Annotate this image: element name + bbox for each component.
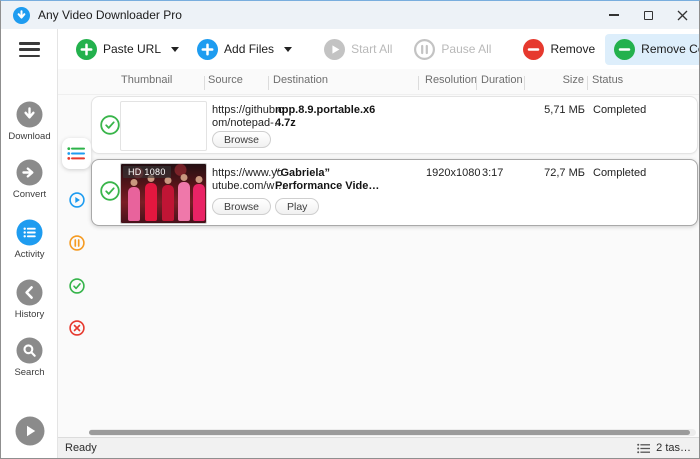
pause-all-label: Pause All <box>441 42 492 56</box>
completed-check-icon <box>100 181 120 201</box>
maximize-button[interactable] <box>631 1 665 29</box>
toolbar: Paste URL Add Files Start All Pause All … <box>59 29 699 69</box>
plus-icon <box>197 38 219 60</box>
table-row[interactable]: https://github.c om/notepad-… npp.8.9.po… <box>91 96 698 154</box>
thumbnail-placeholder <box>120 101 207 151</box>
column-header-thumbnail[interactable]: Thumbnail <box>121 74 172 86</box>
filter-paused-icon[interactable] <box>69 235 85 251</box>
task-list-icon <box>637 443 651 453</box>
filter-downloading-icon[interactable] <box>69 192 85 208</box>
file-size: 72,7 МБ <box>544 167 585 179</box>
paste-url-button[interactable]: Paste URL <box>72 34 183 65</box>
browse-button[interactable]: Browse <box>212 198 272 215</box>
player-icon <box>15 416 44 446</box>
column-header-resolution[interactable]: Resolution <box>425 74 477 86</box>
search-icon <box>16 337 43 364</box>
column-header-size[interactable]: Size <box>524 74 584 86</box>
remove-completed-label: Remove Completed <box>641 42 699 56</box>
play-icon <box>324 38 346 60</box>
sidebar-item-label: History <box>14 309 45 320</box>
task-list-panel: Thumbnail Source Destination Resolution … <box>58 69 699 437</box>
activity-icon <box>16 219 43 246</box>
plus-icon <box>76 38 97 60</box>
destination-filename: “Gabriela” Performance Vide… <box>275 167 380 192</box>
column-header-duration[interactable]: Duration <box>481 74 523 86</box>
destination-filename: npp.8.9.portable.x6 4.7z <box>275 104 376 129</box>
sidebar-item-label: Convert <box>12 189 47 200</box>
sidebar-item-convert[interactable]: Convert <box>1 159 58 200</box>
app-window: Any Video Downloader Pro Download Conver… <box>0 0 700 459</box>
column-separator <box>476 76 477 90</box>
status-text: Completed <box>593 167 647 179</box>
browse-button[interactable]: Browse <box>212 131 272 148</box>
start-all-button: Start All <box>320 34 396 65</box>
column-header-source[interactable]: Source <box>208 74 243 86</box>
duration: 3:17 <box>482 167 504 179</box>
pause-icon <box>414 38 436 60</box>
download-icon <box>16 101 43 128</box>
convert-icon <box>16 159 43 186</box>
column-separator <box>524 76 525 90</box>
file-size: 5,71 МБ <box>544 104 585 116</box>
sidebar-item-label: Download <box>8 131 51 142</box>
paste-url-label: Paste URL <box>103 42 162 56</box>
column-separator <box>418 76 419 90</box>
chevron-down-icon <box>284 46 293 52</box>
status-text: Completed <box>593 104 647 116</box>
titlebar: Any Video Downloader Pro <box>1 1 699 29</box>
sidebar-item-search[interactable]: Search <box>1 337 58 378</box>
table-row-selected[interactable]: HD 1080 https://www.yo utube.com/w… “Gab… <box>91 159 698 226</box>
sidebar-item-download[interactable]: Download <box>1 101 58 142</box>
close-button[interactable] <box>665 1 699 29</box>
minimize-icon <box>609 14 619 16</box>
video-thumbnail: HD 1080 <box>120 163 207 224</box>
task-count-label: 2 tas… <box>656 442 691 454</box>
sidebar: Download Convert Activity History Search <box>1 29 58 458</box>
hd-badge: HD 1080 <box>123 166 171 178</box>
filter-all-icon[interactable] <box>67 146 85 161</box>
sidebar-item-history[interactable]: History <box>1 279 58 320</box>
resolution: 1920x1080 <box>426 167 481 179</box>
completed-check-icon <box>100 115 120 135</box>
remove-label: Remove <box>550 42 596 56</box>
horizontal-scrollbar[interactable] <box>89 429 696 436</box>
maximize-icon <box>643 10 653 20</box>
minimize-button[interactable] <box>597 1 631 29</box>
column-header-status[interactable]: Status <box>592 74 623 86</box>
chevron-down-icon <box>171 46 180 52</box>
sidebar-item-activity[interactable]: Activity <box>1 219 58 260</box>
filter-completed-icon[interactable] <box>69 278 85 294</box>
column-header-destination[interactable]: Destination <box>273 74 328 86</box>
window-title: Any Video Downloader Pro <box>38 8 182 22</box>
column-separator <box>268 76 269 90</box>
sidebar-item-label: Activity <box>14 249 45 260</box>
close-icon <box>677 10 687 20</box>
app-logo-icon <box>13 6 30 24</box>
start-all-label: Start All <box>351 42 393 56</box>
statusbar: Ready 2 tas… <box>58 437 699 458</box>
history-icon <box>16 279 43 306</box>
remove-button[interactable]: Remove <box>519 34 599 65</box>
pause-all-button: Pause All <box>410 34 495 65</box>
menu-button[interactable] <box>19 42 40 61</box>
minus-icon <box>614 38 636 60</box>
remove-completed-button[interactable]: Remove Completed <box>605 33 699 65</box>
source-url: https://www.yo utube.com/w… <box>212 167 286 192</box>
task-count: 2 tas… <box>637 442 691 454</box>
add-files-label: Add Files <box>224 42 275 56</box>
sidebar-item-label: Search <box>14 367 45 378</box>
add-files-button[interactable]: Add Files <box>193 34 296 65</box>
filter-failed-icon[interactable] <box>69 320 85 336</box>
header-divider <box>58 94 699 95</box>
sidebar-item-player[interactable] <box>1 416 58 446</box>
source-url: https://github.c om/notepad-… <box>212 104 285 129</box>
play-button[interactable]: Play <box>275 198 320 215</box>
minus-icon <box>523 38 545 60</box>
column-separator <box>204 76 205 90</box>
scrollbar-thumb[interactable] <box>89 430 690 435</box>
column-separator <box>587 76 588 90</box>
status-message: Ready <box>65 442 97 454</box>
